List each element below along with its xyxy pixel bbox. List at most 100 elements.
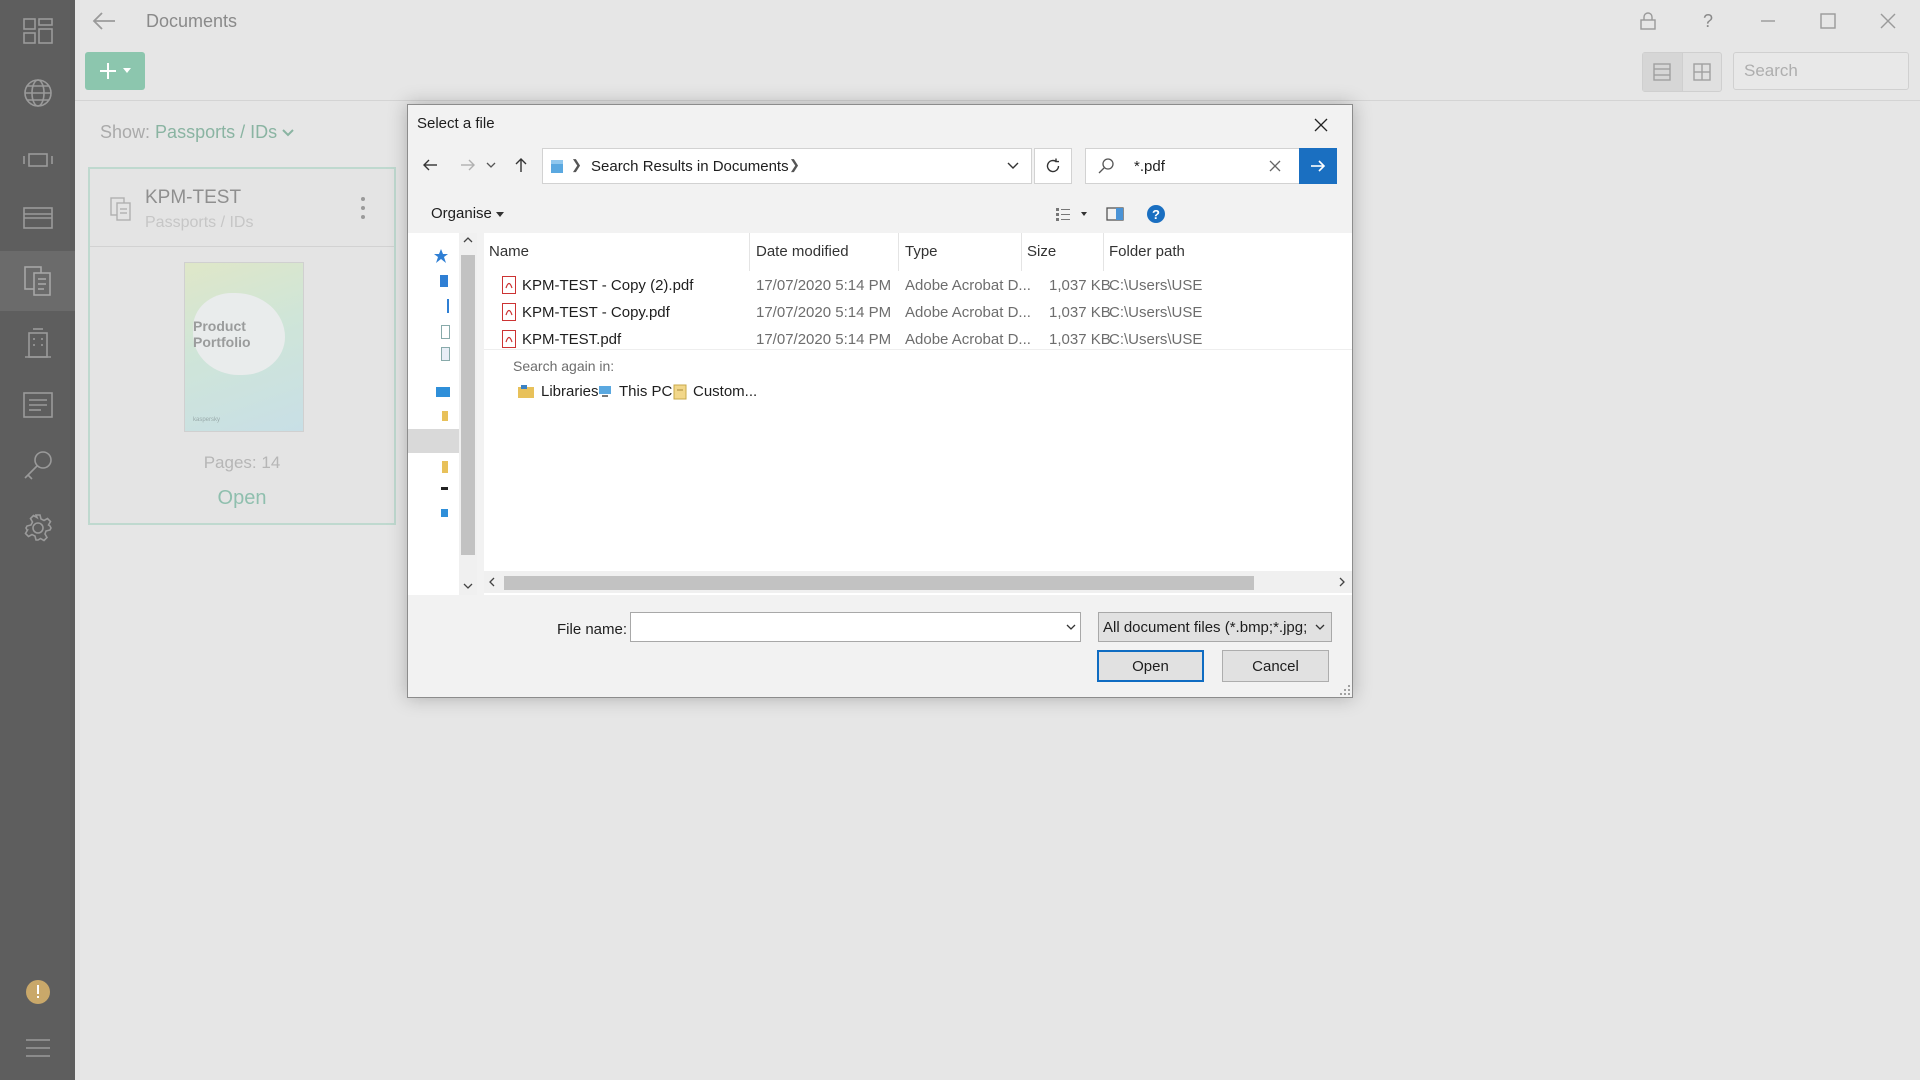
address-bar[interactable]: ❯ Search Results in Documents ❯ (542, 148, 1032, 184)
organise-menu[interactable]: Organise (431, 205, 505, 222)
chevron-right-icon: ❯ (571, 157, 582, 172)
pictures-icon[interactable] (441, 347, 450, 361)
address-dropdown-icon[interactable] (995, 149, 1031, 183)
scroll-down-icon[interactable] (463, 583, 473, 589)
file-dialog: Select a file ❯ Search Results in Docume… (407, 104, 1353, 698)
network-icon[interactable] (441, 509, 448, 517)
folder-icon[interactable] (442, 461, 448, 473)
column-header-type[interactable]: Type (905, 233, 938, 271)
search-value[interactable]: *.pdf (1134, 158, 1165, 175)
lock-icon[interactable] (1633, 8, 1663, 34)
column-divider[interactable] (1021, 233, 1022, 271)
building-icon[interactable] (0, 313, 75, 373)
column-divider[interactable] (898, 233, 899, 271)
document-thumbnail[interactable]: Product Portfolio kaspersky (184, 262, 304, 432)
settings-icon[interactable] (0, 498, 75, 558)
address-text[interactable]: Search Results in Documents (591, 158, 789, 175)
show-label: Show: (100, 122, 151, 142)
dashboard-icon[interactable] (0, 1, 75, 61)
selected-nav-item[interactable] (408, 429, 459, 453)
column-divider[interactable] (1103, 233, 1104, 271)
file-row[interactable]: KPM-TEST - Copy.pdf 17/07/2020 5:14 PM A… (484, 299, 1352, 326)
downloads-icon[interactable] (441, 299, 449, 313)
dialog-close-icon[interactable] (1298, 109, 1344, 141)
globe-icon[interactable] (0, 63, 75, 123)
chevron-down-icon[interactable] (1064, 619, 1078, 635)
help-icon[interactable]: ? (1693, 8, 1723, 34)
file-date: 17/07/2020 5:14 PM (756, 277, 892, 294)
scroll-right-icon[interactable] (1339, 577, 1345, 587)
column-header-name[interactable]: Name (489, 233, 529, 271)
scroll-up-icon[interactable] (463, 237, 473, 243)
search-custom-link[interactable]: Custom... (673, 383, 757, 400)
maximize-icon[interactable] (1813, 8, 1843, 34)
back-arrow-icon[interactable] (89, 8, 119, 34)
add-document-button[interactable] (85, 52, 145, 90)
column-header-folder-path[interactable]: Folder path (1109, 233, 1185, 271)
search-this-pc-link[interactable]: This PC (597, 383, 672, 400)
filter-dropdown[interactable]: Passports / IDs (155, 122, 277, 142)
quick-access-icon[interactable] (434, 249, 448, 263)
file-path: C:\Users\USE (1109, 277, 1203, 294)
libraries-icon (518, 384, 534, 398)
file-name-input[interactable] (630, 612, 1081, 642)
filter-row: Show: Passports / IDs (100, 122, 294, 143)
wallet-icon[interactable] (0, 130, 75, 190)
alert-icon[interactable] (0, 962, 75, 1022)
column-header-size[interactable]: Size (1027, 233, 1056, 271)
file-name-label: File name: (557, 621, 628, 638)
pdf-file-icon (502, 303, 516, 321)
menu-icon[interactable] (0, 1018, 75, 1078)
search-input[interactable]: Search (1733, 52, 1909, 90)
documents-icon[interactable] (0, 251, 75, 311)
document-card[interactable]: KPM-TEST Passports / IDs Product Portfol… (88, 167, 396, 525)
nav-forward-icon[interactable] (453, 149, 483, 181)
file-date: 17/07/2020 5:14 PM (756, 331, 892, 348)
search-box[interactable]: *.pdf (1085, 148, 1300, 184)
file-type: Adobe Acrobat D... (905, 304, 1031, 321)
resize-grip-icon[interactable] (1340, 685, 1350, 695)
pdf-file-icon (502, 276, 516, 294)
key-icon[interactable] (0, 435, 75, 495)
close-icon[interactable] (1873, 8, 1903, 34)
column-divider[interactable] (749, 233, 750, 271)
drive-icon[interactable] (441, 487, 448, 490)
open-button[interactable]: Open (1097, 650, 1204, 682)
search-go-button[interactable] (1299, 148, 1337, 184)
search-libraries-link[interactable]: Libraries (517, 383, 599, 400)
this-pc-icon[interactable] (436, 387, 450, 397)
list-view-button[interactable] (1643, 53, 1683, 91)
nav-up-icon[interactable] (506, 149, 536, 181)
file-list[interactable]: Name Date modified Type Size Folder path… (484, 233, 1352, 595)
grid-view-button[interactable] (1683, 53, 1722, 91)
clear-search-icon[interactable] (1266, 157, 1284, 175)
note-icon[interactable] (0, 375, 75, 435)
open-link[interactable]: Open (90, 487, 394, 510)
card-icon[interactable] (0, 188, 75, 248)
file-row[interactable]: KPM-TEST - Copy (2).pdf 17/07/2020 5:14 … (484, 272, 1352, 299)
preview-pane-icon[interactable] (1102, 201, 1128, 227)
file-path: C:\Users\USE (1109, 304, 1203, 321)
file-list-horizontal-scrollbar[interactable] (484, 571, 1352, 593)
help-icon[interactable]: ? (1143, 201, 1169, 227)
folder-icon[interactable] (442, 411, 448, 421)
nav-back-icon[interactable] (415, 149, 445, 181)
desktop-icon[interactable] (440, 275, 448, 287)
recent-locations-icon[interactable] (483, 149, 499, 181)
file-type: Adobe Acrobat D... (905, 277, 1031, 294)
minimize-icon[interactable] (1753, 8, 1783, 34)
column-header-date[interactable]: Date modified (756, 233, 849, 271)
scroll-left-icon[interactable] (489, 577, 495, 587)
organise-label: Organise (431, 205, 492, 222)
file-type-select[interactable]: All document files (*.bmp;*.jpg; (1098, 612, 1332, 642)
chevron-right-icon[interactable]: ❯ (789, 157, 800, 173)
documents-icon[interactable] (441, 325, 450, 339)
nav-scrollbar-thumb[interactable] (461, 255, 475, 555)
pdf-file-icon (502, 330, 516, 348)
refresh-icon[interactable] (1034, 148, 1072, 184)
view-options-icon[interactable] (1052, 201, 1092, 227)
horizontal-scrollbar-thumb[interactable] (504, 576, 1254, 590)
more-menu-icon[interactable] (358, 197, 368, 219)
cancel-button[interactable]: Cancel (1222, 650, 1329, 682)
chevron-down-icon[interactable] (282, 129, 294, 137)
